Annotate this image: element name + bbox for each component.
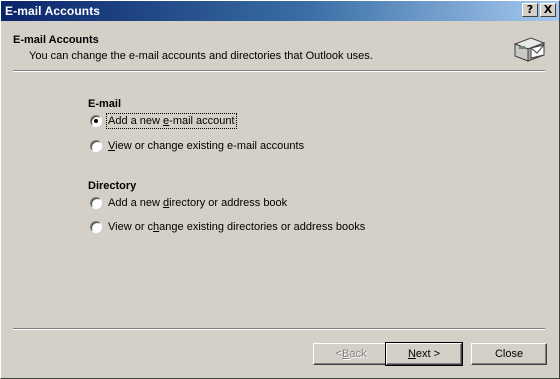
email-accounts-icon [513, 37, 546, 62]
radio-view-directories[interactable]: View or change existing directories or a… [90, 219, 366, 235]
radio-label: View or change existing e-mail accounts [108, 140, 305, 152]
radio-label: Add a new e-mail account [106, 113, 237, 129]
radio-button[interactable] [90, 197, 102, 209]
radio-add-directory[interactable]: Add a new directory or address book [90, 195, 288, 211]
directory-section-title: Directory [88, 180, 137, 192]
radio-add-email-account[interactable]: Add a new e-mail account [90, 113, 237, 129]
help-button[interactable]: ? [522, 3, 538, 17]
close-button[interactable]: Close [471, 343, 547, 365]
radio-label: View or change existing directories or a… [108, 221, 366, 233]
email-section-title: E-mail [88, 98, 122, 110]
wizard-header: E-mail Accounts You can change the e-mai… [1, 22, 559, 72]
next-button[interactable]: Next > [385, 342, 463, 366]
close-window-button[interactable]: X [540, 3, 556, 17]
window-title: E-mail Accounts [5, 4, 101, 18]
footer-separator [13, 328, 545, 330]
radio-view-email-accounts[interactable]: View or change existing e-mail accounts [90, 138, 305, 154]
radio-button[interactable] [90, 115, 102, 127]
header-separator [13, 70, 545, 72]
radio-button[interactable] [90, 140, 102, 152]
back-button[interactable]: < Back [313, 343, 389, 365]
header-title: E-mail Accounts [13, 34, 99, 46]
radio-label: Add a new directory or address book [108, 197, 288, 209]
title-bar[interactable]: E-mail Accounts ? X [1, 1, 559, 21]
email-accounts-dialog: E-mail Accounts ? X E-mail Accounts You … [0, 0, 560, 379]
radio-button[interactable] [90, 221, 102, 233]
header-subtitle: You can change the e-mail accounts and d… [29, 50, 373, 62]
